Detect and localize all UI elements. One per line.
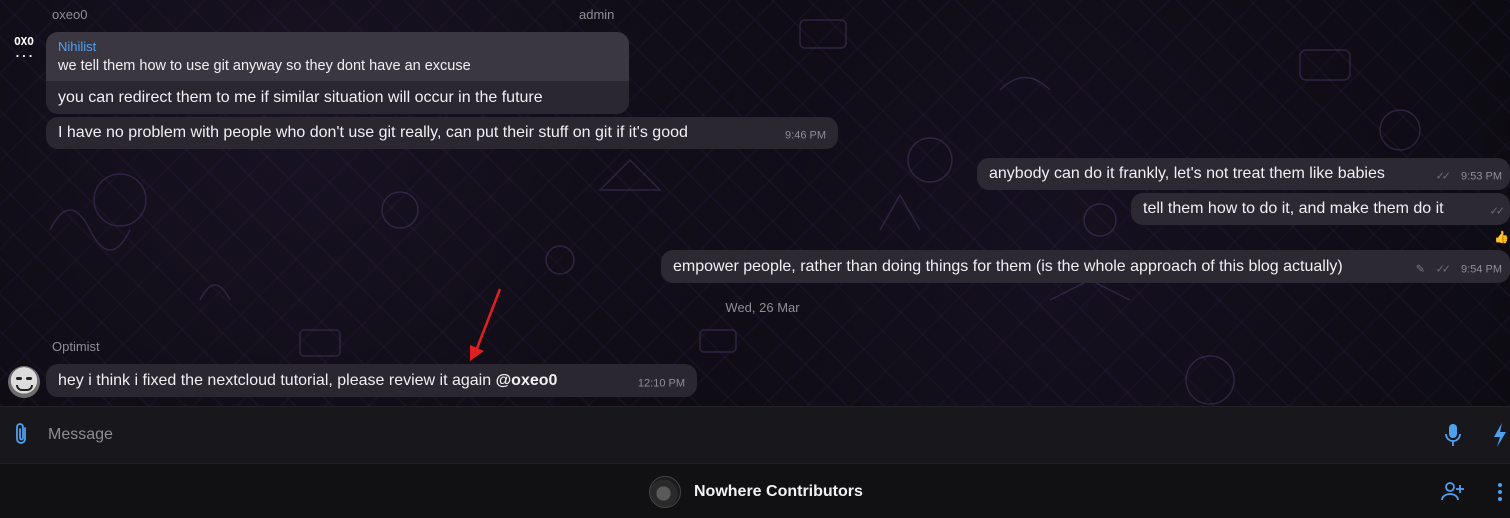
sender-name-oxeo0: oxeo0 bbox=[52, 7, 88, 22]
message-time: 9:53 PM bbox=[1461, 170, 1502, 183]
thumbs-up-reaction-icon[interactable]: 👍 bbox=[1494, 230, 1509, 244]
message-bubble-m1[interactable]: you can redirect them to me if similar s… bbox=[46, 81, 629, 114]
sender-name-optimist: Optimist bbox=[52, 339, 100, 354]
reply-quote-author: Nihilist bbox=[58, 39, 97, 54]
reply-quote-text: we tell them how to use git anyway so th… bbox=[58, 58, 471, 74]
avatar-oxo-line2: ... bbox=[14, 47, 34, 60]
message-body: hey i think i fixed the nextcloud tutori… bbox=[58, 371, 496, 389]
read-ticks-icon: ✓✓ bbox=[1435, 262, 1452, 275]
red-annotation-arrow bbox=[470, 288, 502, 361]
group-avatar[interactable] bbox=[649, 476, 681, 508]
message-text: I have no problem with people who don't … bbox=[58, 124, 688, 141]
read-ticks-icon: ✓✓ bbox=[1435, 170, 1452, 183]
group-name[interactable]: Nowhere Contributors bbox=[694, 483, 863, 501]
message-bubble-m5[interactable]: empower people, rather than doing things… bbox=[661, 250, 1510, 283]
date-separator: Wed, 26 Mar bbox=[725, 300, 800, 315]
message-text: empower people, rather than doing things… bbox=[673, 257, 1343, 275]
lightning-bolt-icon[interactable] bbox=[1492, 421, 1508, 449]
more-options-icon[interactable] bbox=[1495, 481, 1505, 503]
optimist-avatar[interactable] bbox=[8, 366, 40, 398]
message-time: 9:46 PM bbox=[785, 129, 826, 142]
oxeo0-avatar[interactable]: OXO ... bbox=[8, 36, 40, 60]
chat-header-bar: Nowhere Contributors bbox=[0, 463, 1510, 518]
message-text: anybody can do it frankly, let's not tre… bbox=[989, 165, 1385, 182]
chat-messages-area: oxeo0 admin OXO ... Nihilist we tell the… bbox=[0, 0, 1510, 406]
read-ticks-icon: ✓✓ bbox=[1489, 205, 1506, 218]
message-bubble-m4[interactable]: tell them how to do it, and make them do… bbox=[1131, 193, 1510, 225]
sender-name-admin: admin bbox=[579, 7, 615, 22]
message-input[interactable] bbox=[48, 421, 1408, 449]
message-bubble-m3[interactable]: anybody can do it frankly, let's not tre… bbox=[977, 158, 1510, 190]
add-member-icon[interactable] bbox=[1441, 481, 1465, 501]
microphone-icon[interactable] bbox=[1444, 422, 1462, 448]
message-text: hey i think i fixed the nextcloud tutori… bbox=[58, 372, 557, 390]
message-time: 9:54 PM bbox=[1461, 262, 1502, 275]
message-bubble-m2[interactable]: I have no problem with people who don't … bbox=[46, 117, 838, 149]
message-text: you can redirect them to me if similar s… bbox=[58, 88, 543, 106]
message-bubble-last[interactable]: hey i think i fixed the nextcloud tutori… bbox=[46, 364, 697, 397]
mention-link[interactable]: @oxeo0 bbox=[496, 372, 558, 389]
reply-quote[interactable]: Nihilist we tell them how to use git any… bbox=[46, 32, 629, 81]
paperclip-icon[interactable] bbox=[14, 422, 30, 446]
message-time: 12:10 PM bbox=[637, 376, 685, 389]
message-composer bbox=[0, 406, 1510, 463]
edited-pencil-icon: ✎ bbox=[1415, 262, 1425, 275]
message-text: tell them how to do it, and make them do… bbox=[1143, 200, 1444, 217]
